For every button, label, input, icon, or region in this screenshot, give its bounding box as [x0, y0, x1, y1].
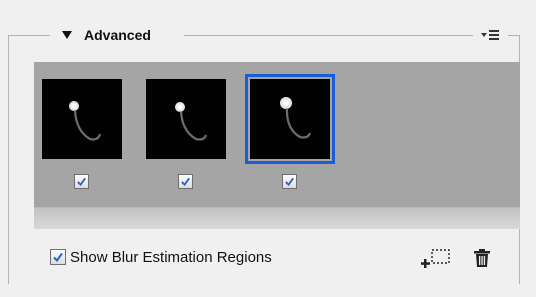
add-region-icon[interactable]	[421, 246, 455, 270]
trash-icon[interactable]	[470, 246, 494, 270]
show-blur-regions-label[interactable]: Show Blur Estimation Regions	[70, 248, 272, 267]
checkmark-icon	[181, 177, 190, 187]
checkmark-icon	[285, 177, 294, 187]
blur-region-thumbnail-1[interactable]	[42, 79, 122, 159]
header-divider	[508, 35, 520, 36]
section-title: Advanced	[84, 27, 151, 43]
panel-border-left	[8, 36, 9, 284]
blur-kernel-thumbnail	[280, 97, 312, 139]
regions-scroll-strip	[34, 207, 520, 229]
region-1-checkbox[interactable]	[74, 174, 89, 189]
blur-region-thumbnail-2[interactable]	[146, 79, 226, 159]
blur-kernel-thumbnail	[175, 102, 208, 141]
panel-menu-icon[interactable]	[474, 25, 506, 45]
trash-icon	[474, 249, 490, 267]
disclosure-triangle-icon	[62, 31, 72, 39]
checkmark-icon	[77, 177, 86, 187]
dropdown-arrow-icon	[481, 33, 487, 37]
advanced-section-toggle[interactable]: Advanced	[62, 24, 151, 46]
checkmark-icon	[53, 252, 63, 263]
menu-lines-icon	[489, 30, 499, 40]
show-blur-regions-checkbox[interactable]	[50, 249, 66, 265]
region-3-checkbox[interactable]	[282, 174, 297, 189]
advanced-panel: Advanced Show Blur Estimation Regions	[0, 0, 536, 297]
blur-region-thumbnail-3[interactable]	[245, 74, 335, 164]
blur-kernel-thumbnail	[69, 101, 102, 141]
add-region-icon	[421, 249, 450, 268]
region-2-checkbox[interactable]	[178, 174, 193, 189]
header-divider	[8, 35, 50, 36]
header-divider	[184, 35, 473, 36]
